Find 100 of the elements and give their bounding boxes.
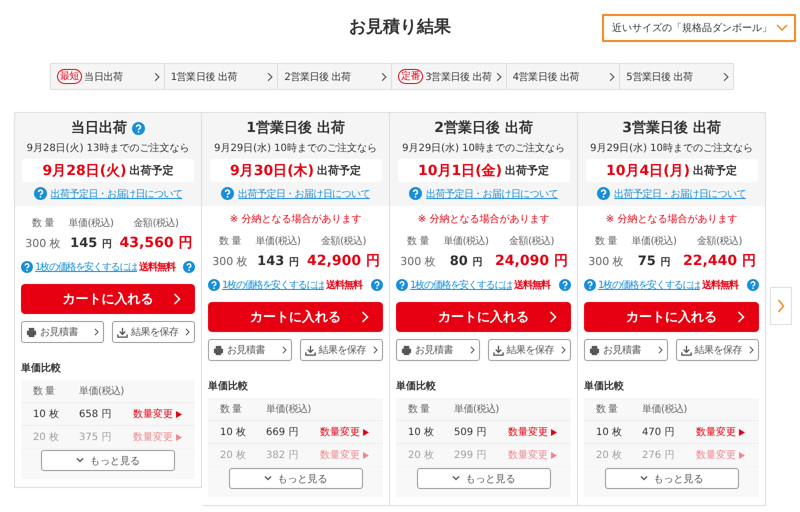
table-cell-text: 276 円 [641,449,676,462]
chevron-icon [722,72,729,82]
help-icon[interactable] [221,187,234,200]
change-quantity-link[interactable]: 数量変更 [320,425,383,439]
quantity-label: 数 量 [406,235,430,248]
free-shipping-label: 送料無料 [326,278,364,292]
comparison-title: 単価比較 [396,380,437,393]
total-label: 金額(税込) [696,234,743,248]
ship-date-box: 9月30日(木) 出荷予定 [210,159,382,182]
chevron-icon [470,346,474,354]
show-more-button[interactable]: もっと見る [416,468,550,489]
table-cell-text: 10 枚 [32,408,60,421]
chevron-icon [173,293,181,305]
chevron-icon [361,311,369,323]
delivery-info-link[interactable]: 出荷予定日・お届け日について [50,186,182,200]
chevron-icon [737,311,745,323]
save-result-button[interactable]: 結果を保存 [488,339,571,361]
printer-icon [589,344,600,356]
help-icon[interactable] [409,187,422,200]
chevron-down-icon [452,476,460,481]
add-to-cart-button[interactable]: カートに入れる [396,302,571,332]
save-result-button[interactable]: 結果を保存 [112,321,195,343]
save-result-button[interactable]: 結果を保存 [676,339,759,361]
cheaper-price-link[interactable]: 1枚の価格を安くするには [222,278,324,292]
unit-price-label: 単価(税込) [68,216,114,230]
cheaper-price-link[interactable]: 1枚の価格を安くするには [598,278,700,292]
free-shipping-label: 送料無料 [138,260,176,274]
show-more-button[interactable]: もっと見る [228,468,362,489]
change-quantity-link[interactable]: 数量変更 [133,407,195,421]
total-price: 42,900 円 [306,252,381,270]
comparison-title: 単価比較 [584,380,625,393]
table-cell-text: 20 枚 [219,448,247,462]
help-icon[interactable] [747,279,759,291]
shipping-tab[interactable]: 5営業日後 出荷 [620,63,734,90]
delivery-info-link[interactable]: 出荷予定日・お届け日について [238,186,370,200]
chevron-icon [549,311,557,323]
shipping-tab[interactable]: 定番 3営業日後 出荷 [392,63,507,90]
help-icon[interactable] [34,187,47,200]
printer-icon [26,326,37,338]
help-icon[interactable] [132,122,145,134]
shipping-tab[interactable]: 最短 当日出荷 [50,63,165,90]
total-label: 金額(税込) [132,216,180,230]
shipping-tab[interactable]: 2営業日後 出荷 [278,63,392,90]
add-to-cart-button[interactable]: カートに入れる [208,302,383,332]
card-title: 当日出荷 [71,119,127,137]
quantity-value: 300 枚 [211,254,249,268]
unit-price-label: 単価(税込) [442,234,490,248]
triangle-icon [176,410,182,418]
shipping-tab[interactable]: 4営業日後 出荷 [506,63,620,90]
cheaper-price-link[interactable]: 1枚の価格を安くするには [35,260,137,274]
column-header: 数 量 [32,385,56,398]
column-header: 単価(税込) [453,402,500,416]
total-label: 金額(税込) [508,234,555,248]
help-icon[interactable] [584,279,596,291]
free-shipping-label: 送料無料 [514,278,552,292]
help-icon[interactable] [371,279,383,291]
table-cell-text: 375 円 [78,431,112,444]
ship-date-box: 10月4日(月) 出荷予定 [586,159,758,182]
table-cell-text: 509 円 [453,426,488,439]
help-icon[interactable] [208,279,220,291]
size-dropdown[interactable]: 近いサイズの「規格品ダンボール」 [602,14,796,42]
quote-button[interactable]: お見積書 [208,339,292,361]
order-deadline: 9月29日(水) 10時までのご注文なら [214,142,377,155]
show-more-button[interactable]: もっと見る [41,450,175,471]
download-icon [304,344,316,356]
help-icon[interactable] [396,279,408,291]
unit-price-label: 単価(税込) [254,234,302,248]
help-icon[interactable] [183,261,195,273]
change-quantity-link[interactable]: 数量変更 [508,425,571,439]
chevron-icon [561,346,566,354]
delivery-info-link[interactable]: 出荷予定日・お届け日について [614,186,746,200]
unit-price: 80 円 [448,254,484,268]
chevron-icon [154,72,160,82]
help-icon[interactable] [21,261,33,273]
cheaper-price-link[interactable]: 1枚の価格を安くするには [410,278,512,292]
chevron-icon [373,346,378,354]
delivery-info-link[interactable]: 出荷予定日・お届け日について [426,186,558,200]
column-header: 数 量 [219,403,243,416]
add-to-cart-button[interactable]: カートに入れる [584,302,759,332]
shipping-tab[interactable]: 1営業日後 出荷 [164,63,278,90]
quote-button[interactable]: お見積書 [396,339,480,361]
next-button[interactable] [770,287,792,325]
add-to-cart-button[interactable]: カートに入れる [21,284,195,314]
tab-label: 当日出荷 [84,70,123,84]
change-quantity-link[interactable]: 数量変更 [696,425,759,439]
tab-badge: 最短 [57,69,82,84]
save-result-button[interactable]: 結果を保存 [300,339,383,361]
quote-button[interactable]: お見積書 [584,339,668,361]
comparison-title: 単価比較 [208,380,249,393]
tab-label: 3営業日後 出荷 [425,70,492,84]
download-icon [680,344,692,356]
help-icon[interactable] [597,187,610,200]
printer-icon [213,344,224,356]
chevron-down-icon [76,458,84,463]
table-cell-text: 20 枚 [32,430,60,444]
chevron-icon [267,72,274,82]
quote-button[interactable]: お見積書 [21,321,104,343]
show-more-button[interactable]: もっと見る [604,468,738,489]
chevron-icon [94,328,99,336]
help-icon[interactable] [559,279,571,291]
